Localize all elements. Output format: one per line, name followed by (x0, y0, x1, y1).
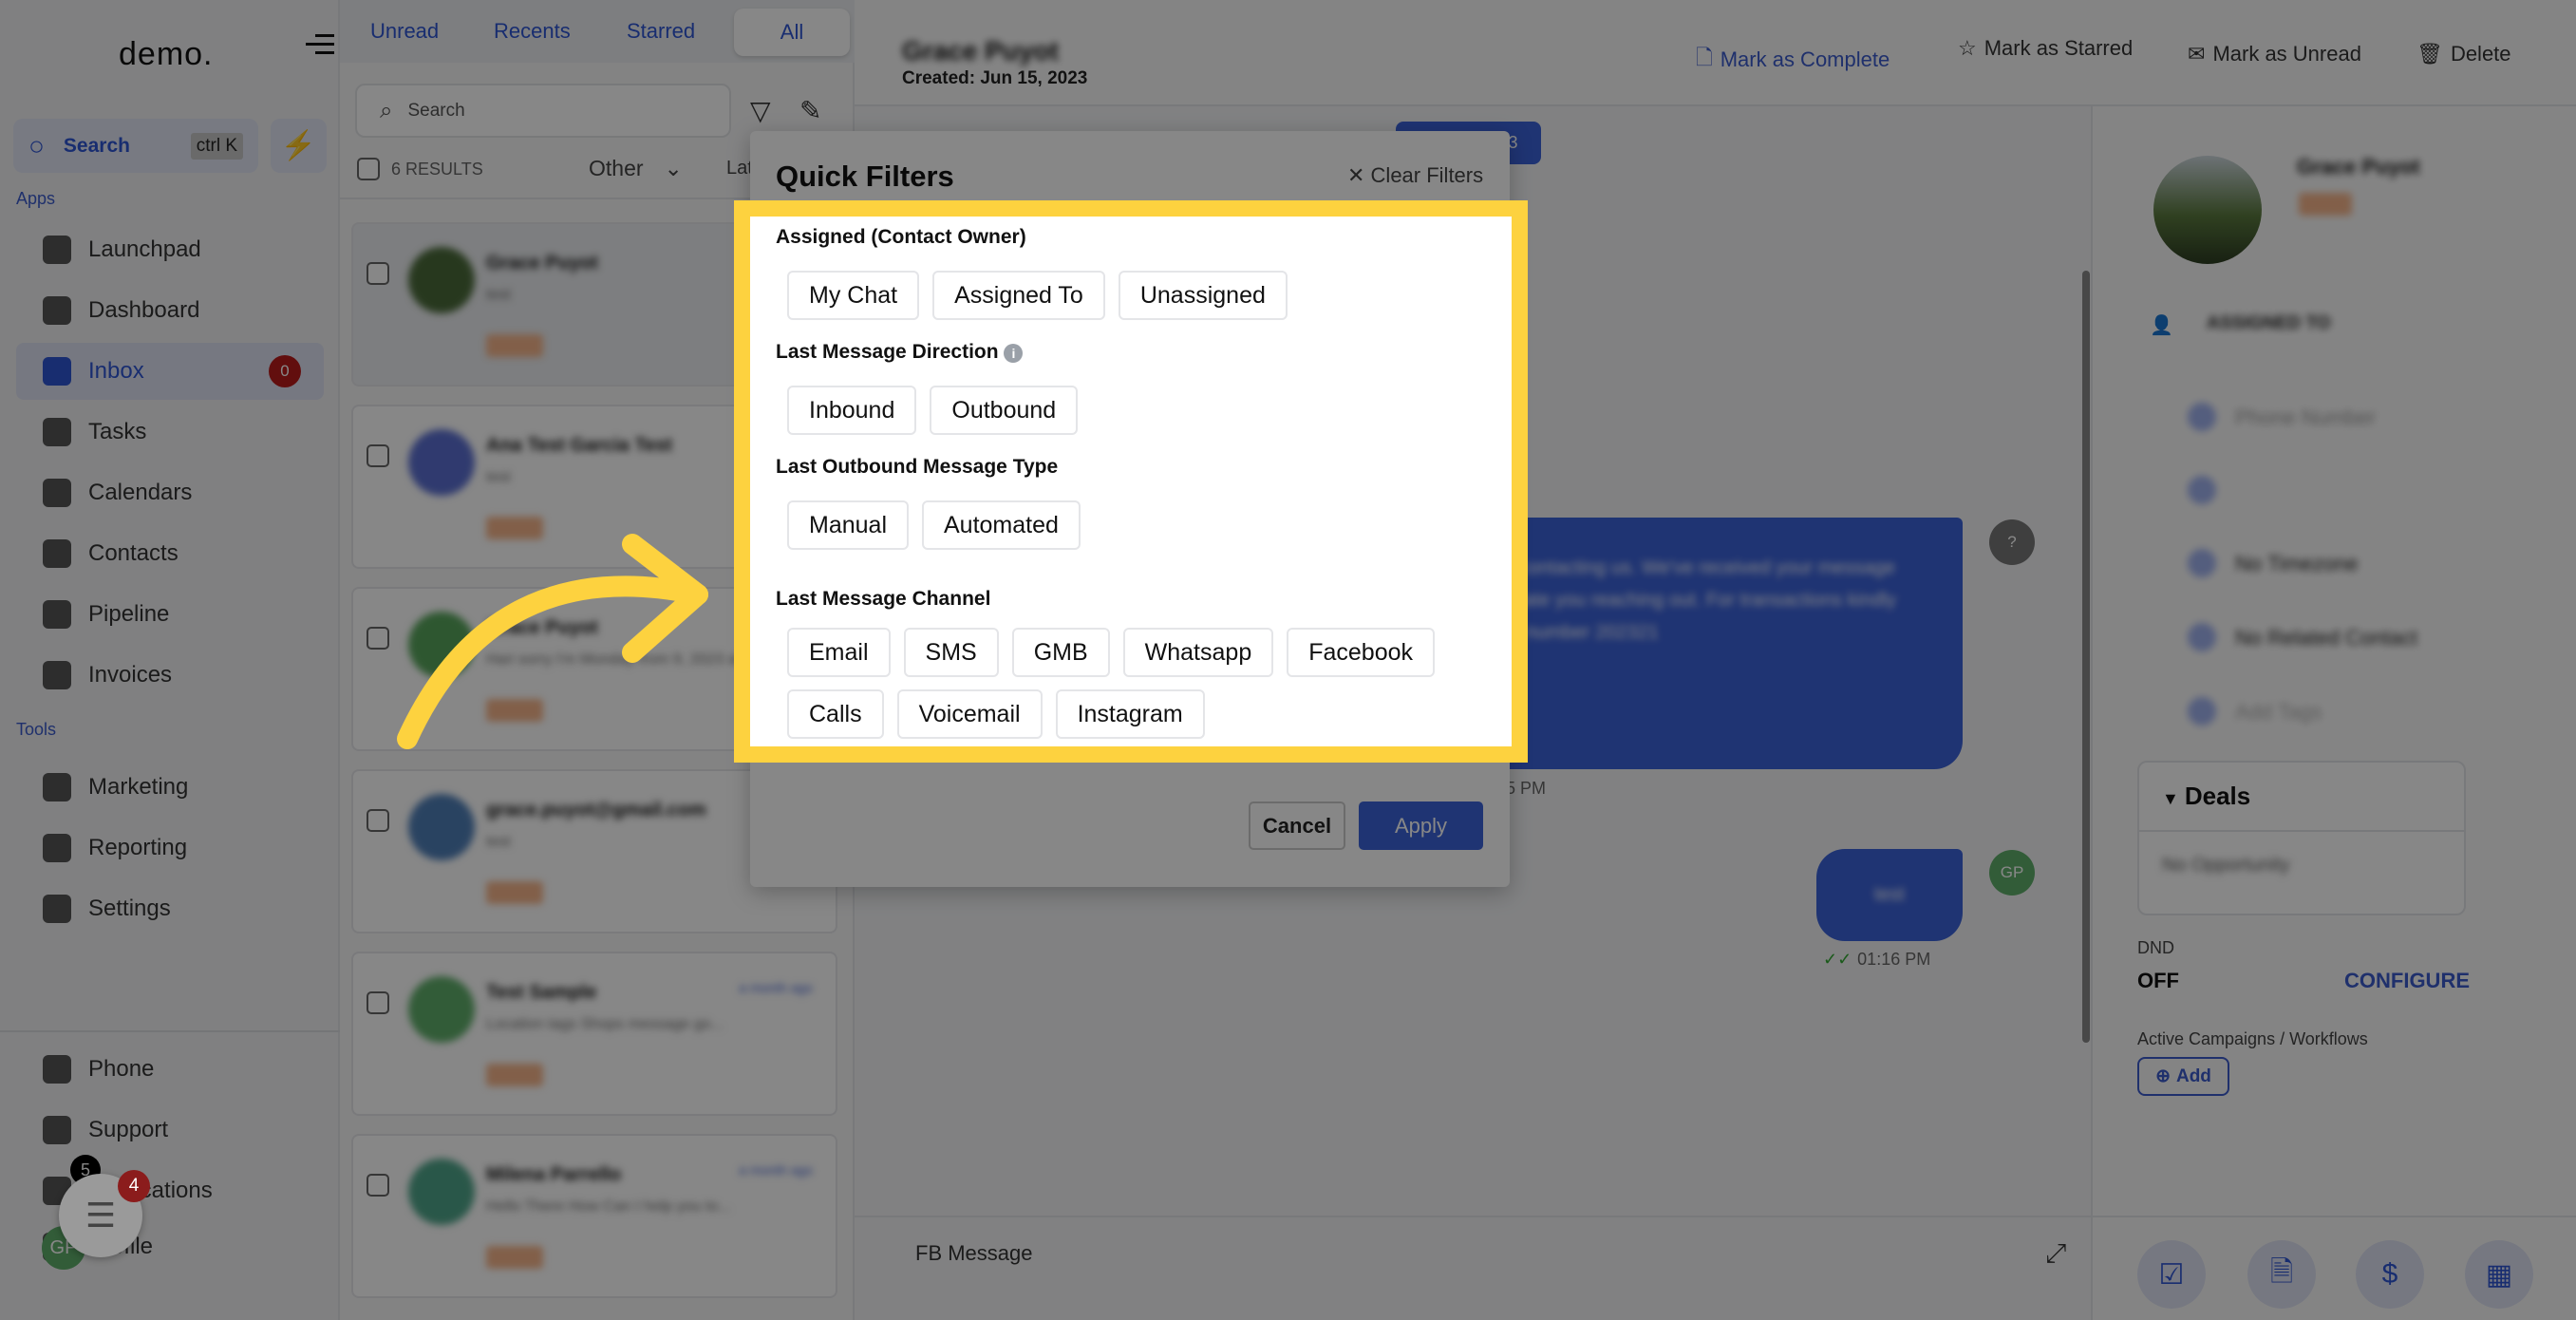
annotation-arrow (397, 534, 708, 749)
arrow-shaft (397, 575, 708, 749)
chat-widget-badge: 4 (118, 1170, 150, 1202)
